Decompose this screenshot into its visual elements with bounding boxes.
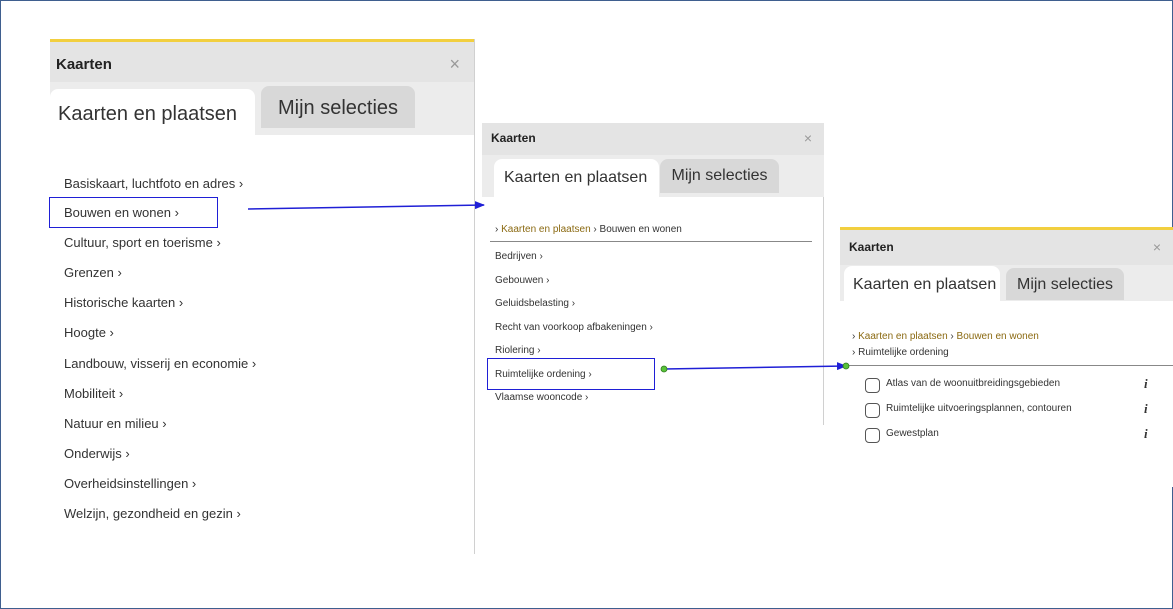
connector-dot bbox=[660, 365, 668, 373]
arrow-to-layers bbox=[663, 362, 847, 371]
connector-dot bbox=[842, 362, 850, 370]
arrow-to-submenu bbox=[247, 201, 485, 210]
flow-arrows bbox=[247, 201, 850, 373]
